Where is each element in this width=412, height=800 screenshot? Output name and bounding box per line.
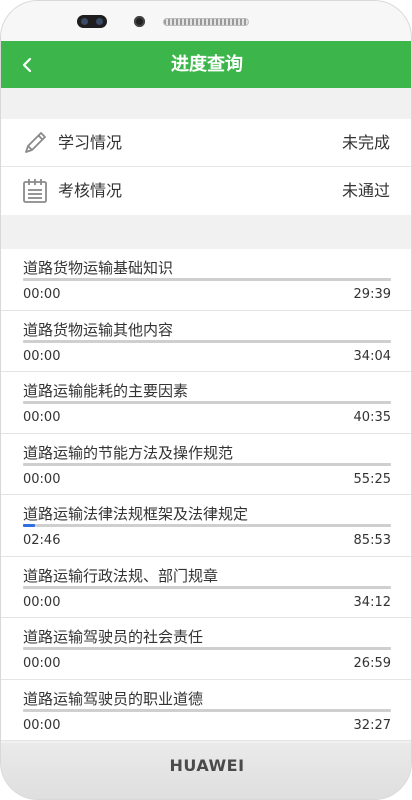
elapsed-time: 00:00 [23,287,61,302]
total-duration: 40:35 [353,410,391,425]
course-list: 道路货物运输基础知识 00:00 29:39 道路货物运输其他内容 00:00 … [1,249,411,741]
course-title: 道路运输行政法规、部门规章 [23,566,219,585]
earpiece-speaker-icon [163,18,249,26]
progress-bar [23,462,391,466]
course-title: 道路运输能耗的主要因素 [23,382,189,400]
progress-bar [23,278,391,281]
course-title: 道路货物运输基础知识 [23,259,174,277]
section-spacer [1,88,411,119]
phone-frame: 进度查询 学习情况 未完成 考核情况 未通过 道路货物运输基础知识 00:00 … [0,0,412,800]
elapsed-time: 00:00 [23,471,61,487]
top-bezel [1,1,411,41]
app-header: 进度查询 [1,41,411,88]
course-title: 道路运输法律法规框架及法律规定 [23,505,249,523]
progress-bar [23,401,391,404]
course-item[interactable]: 道路货物运输其他内容 00:00 34:04 [1,311,411,372]
camera-sensor-icon [77,15,107,28]
progress-bar [23,647,391,650]
total-duration: 85:53 [353,533,391,548]
elapsed-time: 00:00 [23,410,61,425]
elapsed-time: 02:46 [23,533,61,548]
course-item[interactable]: 道路货物运输基础知识 00:00 29:39 [1,249,411,311]
elapsed-time: 00:00 [23,594,61,610]
course-title: 道路运输驾驶员的社会责任 [23,628,204,646]
course-title: 道路运输的节能方法及操作规范 [23,443,234,462]
front-camera-icon [134,16,145,27]
status-value: 未通过 [341,181,390,200]
course-item[interactable]: 道路运输驾驶员的职业道德 00:00 32:27 [1,680,411,741]
total-duration: 55:25 [353,471,391,487]
total-duration: 34:04 [353,348,391,364]
total-duration: 34:12 [353,594,391,610]
page-title: 进度查询 [171,54,243,75]
course-item[interactable]: 道路运输行政法规、部门规章 00:00 34:12 [1,557,411,618]
total-duration: 29:39 [353,287,391,302]
section-spacer [1,215,411,249]
status-row-exam[interactable]: 考核情况 未通过 [1,167,411,215]
total-duration: 32:27 [353,717,391,733]
elapsed-time: 00:00 [23,348,61,364]
status-label: 学习情况 [58,133,123,152]
brand-logo: HUAWEI [169,756,245,775]
progress-bar [23,708,391,712]
calendar-icon [23,179,47,203]
elapsed-time: 00:00 [23,656,61,671]
pencil-icon [25,132,46,153]
course-title: 道路运输驾驶员的职业道德 [23,689,204,708]
progress-bar [23,339,391,343]
course-item[interactable]: 道路运输的节能方法及操作规范 00:00 55:25 [1,434,411,495]
total-duration: 26:59 [353,656,391,671]
status-value: 未完成 [341,133,390,152]
course-item[interactable]: 道路运输法律法规框架及法律规定 02:46 85:53 [1,495,411,557]
progress-bar [23,585,391,589]
progress-bar [23,524,391,527]
status-label: 考核情况 [58,181,123,200]
course-item[interactable]: 道路运输能耗的主要因素 00:00 40:35 [1,372,411,434]
course-title: 道路货物运输其他内容 [23,320,174,339]
progress-fill [23,524,35,527]
bottom-bezel: HUAWEI [1,743,411,799]
course-item[interactable]: 道路运输驾驶员的社会责任 00:00 26:59 [1,618,411,680]
elapsed-time: 00:00 [23,717,61,733]
status-row-study[interactable]: 学习情况 未完成 [1,119,411,167]
